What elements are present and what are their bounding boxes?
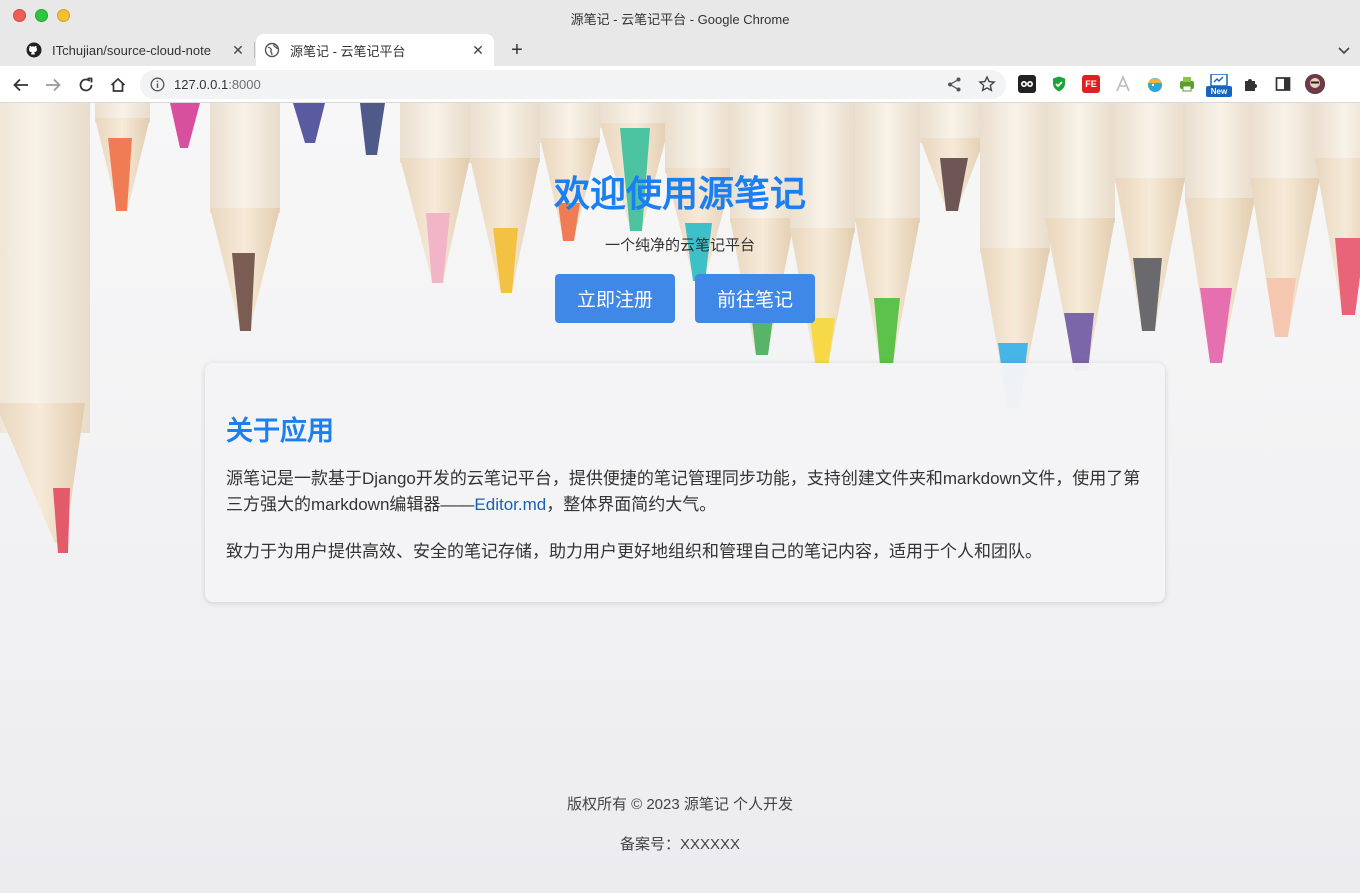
- shopping-ext-icon[interactable]: [1018, 75, 1036, 93]
- about-paragraph-2: 致力于为用户提供高效、安全的笔记存储，助力用户更好地组织和管理自己的笔记内容，适…: [226, 542, 1042, 561]
- reload-icon[interactable]: [75, 74, 97, 96]
- profile-avatar[interactable]: [1305, 74, 1325, 94]
- go-to-notes-button[interactable]: 前往笔记: [695, 274, 815, 323]
- footer-copyright: 版权所有 © 2023 源笔记 个人开发: [566, 796, 794, 813]
- window-titlebar: 源笔记 - 云笔记平台 - Google Chrome: [0, 0, 1360, 34]
- tab-close-icon[interactable]: ✕: [230, 42, 246, 58]
- bookmark-star-icon[interactable]: [978, 75, 996, 93]
- pencil-4: [210, 103, 280, 331]
- printer-ext-icon[interactable]: [1178, 75, 1196, 93]
- site-info-icon[interactable]: [150, 77, 165, 92]
- pencil-3: [170, 103, 200, 148]
- about-card: 关于应用 源笔记是一款基于Django开发的云笔记平台，提供便捷的笔记管理同步功…: [205, 363, 1165, 602]
- tab-divider: [254, 42, 255, 58]
- github-icon: [26, 42, 42, 58]
- new-tab-button[interactable]: +: [506, 39, 528, 61]
- home-icon[interactable]: [107, 74, 129, 96]
- sidebar-icon[interactable]: [1274, 75, 1292, 93]
- new-badge: New: [1206, 86, 1232, 97]
- forward-arrow-icon[interactable]: [42, 74, 64, 96]
- a-ext-icon[interactable]: [1114, 74, 1132, 93]
- tab-active[interactable]: 源笔记 - 云笔记平台 ✕: [256, 34, 494, 66]
- tab-search-chevron-icon[interactable]: [1336, 42, 1352, 58]
- about-paragraph-1: 源笔记是一款基于Django开发的云笔记平台，提供便捷的笔记管理同步功能，支持创…: [226, 466, 1146, 518]
- pencil-20: [1250, 103, 1320, 337]
- fe-ext-icon[interactable]: FE: [1082, 75, 1100, 93]
- bird-ext-icon[interactable]: [1146, 75, 1164, 93]
- globe-icon: [264, 42, 280, 58]
- shield-ext-icon[interactable]: [1050, 75, 1068, 93]
- register-button[interactable]: 立即注册: [555, 274, 675, 323]
- url-text[interactable]: 127.0.0.1:8000: [174, 77, 261, 92]
- tab-github[interactable]: ITchujian/source-cloud-note ✕: [18, 34, 254, 66]
- hero-subtitle: 一个纯净的云笔记平台: [604, 237, 755, 254]
- address-bar[interactable]: 127.0.0.1:8000: [140, 70, 1006, 99]
- new-ext-icon[interactable]: New: [1206, 73, 1232, 98]
- tab-label: ITchujian/source-cloud-note: [52, 42, 211, 58]
- about-p1-tail: ，整体界面简约大气。: [546, 495, 717, 514]
- pencil-18: [1115, 103, 1185, 331]
- fe-badge-text: FE: [1085, 79, 1097, 89]
- url-port: :8000: [228, 77, 261, 92]
- url-host: 127.0.0.1: [174, 77, 229, 92]
- pencil-19: [1185, 103, 1255, 363]
- tab-strip: ITchujian/source-cloud-note ✕ 源笔记 - 云笔记平…: [0, 34, 1360, 66]
- hero-title: 欢迎使用源笔记: [553, 173, 806, 214]
- puzzle-icon[interactable]: [1242, 75, 1260, 93]
- footer-icp: 备案号：XXXXXX: [619, 836, 741, 853]
- tab-close-icon[interactable]: ✕: [470, 42, 486, 58]
- pencil-6: [360, 103, 385, 155]
- window-title: 源笔记 - 云笔记平台 - Google Chrome: [570, 12, 790, 27]
- back-arrow-icon[interactable]: [10, 74, 32, 96]
- pencil-5: [293, 103, 325, 143]
- editor-md-link[interactable]: Editor.md: [474, 495, 546, 514]
- share-icon[interactable]: [946, 76, 963, 93]
- page-viewport: 欢迎使用源笔记 一个纯净的云笔记平台 立即注册 前往笔记 关于应用 源笔记是一款…: [0, 103, 1360, 893]
- about-title: 关于应用: [226, 416, 334, 446]
- tab-label: 源笔记 - 云笔记平台: [290, 43, 406, 59]
